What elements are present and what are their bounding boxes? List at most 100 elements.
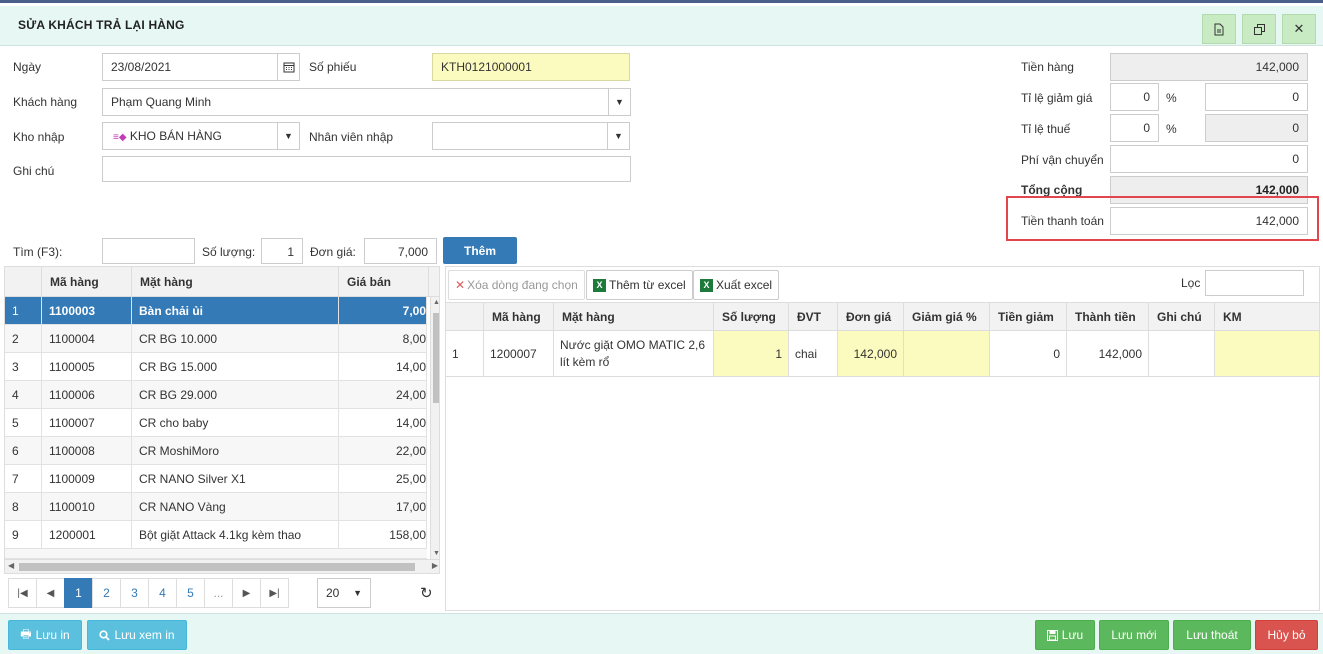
row-note[interactable]: [1149, 331, 1215, 376]
header-unit[interactable]: ĐVT: [789, 303, 838, 331]
first-page-icon[interactable]: |◀: [8, 578, 37, 608]
voucher-input[interactable]: KTH0121000001: [432, 53, 630, 81]
document-icon-button[interactable]: [1202, 14, 1236, 44]
scroll-thumb[interactable]: [19, 563, 415, 571]
table-row[interactable]: 6 1100008 CR MoshiMoro 22,00: [5, 437, 427, 465]
row-name: Nước giặt OMO MATIC 2,6 lít kèm rổ: [554, 331, 714, 376]
note-input[interactable]: [102, 156, 631, 182]
row-discount-amount: 0: [990, 331, 1067, 376]
save-new-button[interactable]: Lưu mới: [1099, 620, 1169, 650]
save-label: Lưu: [1061, 628, 1084, 642]
row-price-input[interactable]: 142,000: [838, 331, 904, 376]
row-amount: 142,000: [1067, 331, 1149, 376]
row-price: 24,00: [339, 381, 427, 409]
find-input[interactable]: [102, 238, 195, 264]
cancel-button[interactable]: Hủy bỏ: [1255, 620, 1318, 650]
table-row[interactable]: 7 1100009 CR NANO Silver X1 25,00: [5, 465, 427, 493]
header-price[interactable]: Đơn giá: [838, 303, 904, 331]
refresh-icon[interactable]: ↻: [420, 584, 433, 602]
header-note[interactable]: Ghi chú: [1149, 303, 1215, 331]
header-amount[interactable]: Thành tiền: [1067, 303, 1149, 331]
save-preview-button[interactable]: Lưu xem in: [87, 620, 187, 650]
table-row[interactable]: 4 1100006 CR BG 29.000 24,00: [5, 381, 427, 409]
row-qty-input[interactable]: 1: [714, 331, 789, 376]
tax-pct-input[interactable]: 0: [1110, 114, 1159, 142]
footer-bar: 🖶 Lưu in Lưu xem in Lưu Lưu mới Lưu thoá…: [0, 613, 1323, 654]
table-row[interactable]: 2 1100004 CR BG 10.000 8,00: [5, 325, 427, 353]
header-price[interactable]: Giá bán: [339, 267, 429, 297]
delete-row-button[interactable]: ✕ Xóa dòng đang chọn: [448, 270, 585, 300]
discount-pct-input[interactable]: 0: [1110, 83, 1159, 111]
title-bar: SỬA KHÁCH TRẢ LẠI HÀNG ✕: [0, 6, 1323, 46]
shipping-input[interactable]: 0: [1110, 145, 1308, 173]
row-price: 14,00: [339, 409, 427, 437]
save-print-button[interactable]: 🖶 Lưu in: [8, 620, 82, 650]
row-code: 1200007: [484, 331, 554, 376]
close-button[interactable]: ✕: [1282, 14, 1316, 44]
calendar-icon[interactable]: [277, 54, 299, 80]
row-price: 25,00: [339, 465, 427, 493]
import-excel-button[interactable]: X Thêm từ excel: [586, 270, 693, 300]
chevron-down-icon[interactable]: ▼: [608, 89, 630, 115]
scroll-right-icon[interactable]: ▶: [432, 561, 438, 570]
chevron-down-icon[interactable]: ▼: [277, 123, 299, 149]
page-size-select[interactable]: 20 ▼: [317, 578, 371, 608]
prev-page-icon[interactable]: ◀: [36, 578, 65, 608]
chevron-down-icon[interactable]: ▼: [607, 123, 629, 149]
header-km[interactable]: KM: [1215, 303, 1319, 331]
table-row[interactable]: 8 1100010 CR NANO Vàng 17,00: [5, 493, 427, 521]
header-name[interactable]: Mặt hàng: [554, 303, 714, 331]
table-row[interactable]: 3 1100005 CR BG 15.000 14,00: [5, 353, 427, 381]
page-1[interactable]: 1: [64, 578, 93, 608]
vertical-scrollbar[interactable]: ▲ ▼: [430, 297, 439, 559]
header-code[interactable]: Mã hàng: [42, 267, 132, 297]
add-button[interactable]: Thêm: [443, 237, 517, 264]
scroll-left-icon[interactable]: ◀: [8, 561, 14, 570]
warehouse-icon: ≡◆: [113, 132, 127, 143]
header-code[interactable]: Mã hàng: [484, 303, 554, 331]
customer-select[interactable]: Phạm Quang Minh ▼: [102, 88, 631, 116]
horizontal-scrollbar[interactable]: ◀ ▶: [5, 559, 439, 573]
page-more[interactable]: ...: [204, 578, 233, 608]
header-name[interactable]: Mặt hàng: [132, 267, 339, 297]
close-icon: ✕: [1293, 21, 1305, 36]
staff-select[interactable]: ▼: [432, 122, 630, 150]
table-row[interactable]: 5 1100007 CR cho baby 14,00: [5, 409, 427, 437]
page-4[interactable]: 4: [148, 578, 177, 608]
table-row[interactable]: 9 1200001 Bột giặt Attack 4.1kg kèm thao 15…: [5, 521, 427, 549]
discount-amount-input[interactable]: 0: [1205, 83, 1308, 111]
page-2[interactable]: 2: [92, 578, 121, 608]
page-3[interactable]: 3: [120, 578, 149, 608]
row-km[interactable]: [1215, 331, 1319, 376]
row-index: 4: [5, 381, 42, 409]
scroll-up-icon[interactable]: ▲: [433, 299, 439, 306]
date-input[interactable]: 23/08/2021: [102, 53, 300, 81]
header-qty[interactable]: Số lượng: [714, 303, 789, 331]
save-exit-button[interactable]: Lưu thoát: [1173, 620, 1251, 650]
page-5[interactable]: 5: [176, 578, 205, 608]
qty-input[interactable]: 1: [261, 238, 303, 264]
row-name: CR NANO Silver X1: [132, 465, 339, 493]
row-price: 14,00: [339, 353, 427, 381]
export-excel-button[interactable]: X Xuất excel: [693, 270, 780, 300]
price-input[interactable]: 7,000: [364, 238, 437, 264]
header-discount-amount[interactable]: Tiền giảm: [990, 303, 1067, 331]
next-page-icon[interactable]: ▶: [232, 578, 261, 608]
scroll-thumb[interactable]: [433, 313, 439, 403]
table-row[interactable]: 1 1200007 Nước giặt OMO MATIC 2,6 lít kè…: [446, 331, 1319, 377]
scroll-down-icon[interactable]: ▼: [433, 550, 439, 557]
last-page-icon[interactable]: ▶|: [260, 578, 289, 608]
delete-icon: ✕: [455, 278, 466, 292]
header-discount-pct[interactable]: Giảm giá %: [904, 303, 990, 331]
delete-row-label: Xóa dòng đang chọn: [467, 278, 578, 292]
row-code: 1100008: [42, 437, 132, 465]
filter-input[interactable]: [1205, 270, 1304, 296]
warehouse-select[interactable]: ≡◆ KHO BÁN HÀNG ▼: [102, 122, 300, 150]
table-row[interactable]: 1 1100003 Bàn chải ủi 7,00: [5, 297, 427, 325]
row-discount-pct-input[interactable]: [904, 331, 990, 376]
warehouse-label: Kho nhập: [13, 130, 65, 144]
save-button[interactable]: Lưu: [1035, 620, 1095, 650]
row-index: 6: [5, 437, 42, 465]
restore-window-button[interactable]: [1242, 14, 1276, 44]
row-index: 5: [5, 409, 42, 437]
